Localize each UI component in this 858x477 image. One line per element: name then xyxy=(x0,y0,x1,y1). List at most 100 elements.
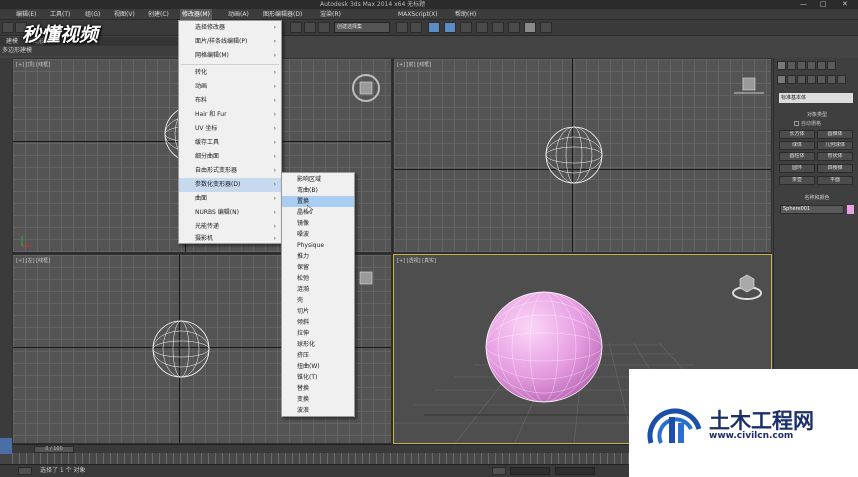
menu-item-subdivision-surfaces[interactable]: 细分曲面 › xyxy=(179,150,281,164)
layer-manager-icon[interactable] xyxy=(428,22,440,33)
teapot-button[interactable]: 茶壶 xyxy=(779,176,815,185)
menu-view[interactable]: 视图(V) xyxy=(114,9,135,20)
submenu-item-squeeze[interactable]: 挤压 xyxy=(282,350,354,361)
menu-item-conversion[interactable]: 转化 › xyxy=(179,66,281,80)
submenu-item-preserve[interactable]: 保留 xyxy=(282,262,354,273)
viewport-left-label[interactable]: [+] [左] [线框] xyxy=(16,257,50,264)
viewport-front-label[interactable]: [+] [前] [线框] xyxy=(397,61,431,68)
material-editor-icon[interactable] xyxy=(492,22,504,33)
maxscript-listener-icon[interactable] xyxy=(18,467,32,475)
cameras-icon[interactable] xyxy=(807,75,816,84)
menu-item-selection-modifiers[interactable]: 选择修改器 › xyxy=(179,21,281,35)
display-tab-icon[interactable] xyxy=(817,61,826,70)
schematic-view-icon[interactable] xyxy=(476,22,488,33)
viewport-layout-icon[interactable] xyxy=(0,438,12,454)
mirror-icon[interactable] xyxy=(396,22,408,33)
polygon-modeling-label[interactable]: 多边形建模 xyxy=(0,46,200,56)
render-production-icon[interactable] xyxy=(540,22,552,33)
submenu-item-stretch[interactable]: 拉伸 xyxy=(282,328,354,339)
angle-snap-icon[interactable] xyxy=(304,22,316,33)
helpers-icon[interactable] xyxy=(817,75,826,84)
time-slider[interactable]: 0 / 100 xyxy=(34,446,74,453)
viewcube-perspective-icon[interactable] xyxy=(730,269,764,303)
submenu-item-relax[interactable]: 松弛 xyxy=(282,273,354,284)
utilities-tab-icon[interactable] xyxy=(827,61,836,70)
pyramid-button[interactable]: 四棱锥 xyxy=(817,164,853,173)
menu-maxscript[interactable]: MAXScript(X) xyxy=(398,9,438,20)
menu-tools[interactable]: 工具(T) xyxy=(50,9,70,20)
viewcube-left-icon[interactable] xyxy=(355,269,379,289)
submenu-item-displace[interactable]: 置换 xyxy=(282,196,354,207)
space-warps-icon[interactable] xyxy=(827,75,836,84)
object-color-swatch[interactable] xyxy=(847,205,854,214)
lock-selection-icon[interactable] xyxy=(492,467,506,475)
menu-item-animation[interactable]: 动画 › xyxy=(179,80,281,94)
torus-button[interactable]: 圆环 xyxy=(779,164,815,173)
menu-help[interactable]: 帮助(H) xyxy=(455,9,476,20)
submenu-item-slice[interactable]: 切片 xyxy=(282,306,354,317)
submenu-item-push[interactable]: 推力 xyxy=(282,251,354,262)
menu-item-cameras[interactable]: 摄影机 › xyxy=(179,233,281,245)
cone-button[interactable]: 圆锥体 xyxy=(817,130,853,139)
menu-item-surface[interactable]: 曲面 › xyxy=(179,192,281,206)
menu-edit[interactable]: 编辑(E) xyxy=(16,9,36,20)
plane-button[interactable]: 平面 xyxy=(817,176,853,185)
name-color-rollout-title[interactable]: 名称和颜色 xyxy=(780,194,854,201)
submenu-item-wave[interactable]: 波浪 xyxy=(282,405,354,416)
box-button[interactable]: 长方体 xyxy=(779,130,815,139)
menu-rendering[interactable]: 渲染(R) xyxy=(320,9,341,20)
curve-editor-icon[interactable] xyxy=(460,22,472,33)
geosphere-button[interactable]: 几何球体 xyxy=(817,141,853,150)
menu-item-parametric-deformers[interactable]: 参数化变形器(D) › xyxy=(179,178,281,192)
systems-icon[interactable] xyxy=(837,75,846,84)
menu-animation[interactable]: 动画(A) xyxy=(228,9,249,20)
menu-item-nurbs-editing[interactable]: NURBS 编辑(N) › xyxy=(179,206,281,220)
viewport-top-label[interactable]: [+] [顶] [线框] xyxy=(16,61,50,68)
rendered-frame-icon[interactable] xyxy=(524,22,536,33)
graphite-toggle-icon[interactable] xyxy=(444,22,456,33)
submenu-item-mirror[interactable]: 镜像 xyxy=(282,218,354,229)
menu-item-free-form-deformers[interactable]: 自由形式变形器 › xyxy=(179,164,281,178)
ribbon-tab-modeling[interactable]: 建模 xyxy=(6,38,18,45)
submenu-item-affect-region[interactable]: 影响区域 xyxy=(282,174,354,185)
autogrid-checkbox[interactable]: 自动栅格 xyxy=(794,120,821,127)
menu-item-cache-tools[interactable]: 缓存工具 › xyxy=(179,136,281,150)
viewcube-front-icon[interactable] xyxy=(734,75,764,99)
tube-button[interactable]: 管状体 xyxy=(817,152,853,161)
submenu-item-lattice[interactable]: 晶格 xyxy=(282,207,354,218)
geometry-icon[interactable] xyxy=(777,75,786,84)
render-setup-icon[interactable] xyxy=(508,22,520,33)
undo-icon[interactable] xyxy=(2,22,14,33)
align-icon[interactable] xyxy=(410,22,422,33)
minimize-icon[interactable]: — xyxy=(800,0,807,9)
viewcube-top-icon[interactable] xyxy=(351,73,381,103)
create-tab-icon[interactable] xyxy=(777,61,786,70)
object-category-dropdown[interactable]: 标准基本体 xyxy=(779,93,853,103)
submenu-item-spherify[interactable]: 球形化 xyxy=(282,339,354,350)
maximize-icon[interactable]: □ xyxy=(820,0,827,9)
motion-tab-icon[interactable] xyxy=(807,61,816,70)
menu-item-cloth[interactable]: 布料 › xyxy=(179,94,281,108)
submenu-item-physique[interactable]: Physique xyxy=(282,240,354,251)
sphere-button[interactable]: 球体 xyxy=(779,141,815,150)
menu-group[interactable]: 组(G) xyxy=(85,9,100,20)
modify-tab-icon[interactable] xyxy=(787,61,796,70)
submenu-item-taper[interactable]: 锥化(T) xyxy=(282,372,354,383)
object-type-rollout-title[interactable]: 对象类型 xyxy=(780,111,854,118)
submenu-item-xform[interactable]: 变换 xyxy=(282,394,354,405)
menu-create[interactable]: 创建(C) xyxy=(148,9,169,20)
submenu-item-substitute[interactable]: 替换 xyxy=(282,383,354,394)
close-icon[interactable]: ✕ xyxy=(842,0,848,9)
viewport-front[interactable]: [+] [前] [线框] xyxy=(393,58,772,253)
object-name-field[interactable]: Sphere001 xyxy=(780,205,844,214)
selection-set-dropdown[interactable]: 创建选择集 xyxy=(334,22,390,33)
menu-graph-editors[interactable]: 图形编辑器(D) xyxy=(263,9,302,20)
submenu-item-skew[interactable]: 倾斜 xyxy=(282,317,354,328)
lights-icon[interactable] xyxy=(797,75,806,84)
submenu-item-ripple[interactable]: 涟漪 xyxy=(282,284,354,295)
y-coordinate-field[interactable] xyxy=(555,467,595,475)
submenu-item-noise[interactable]: 噪波 xyxy=(282,229,354,240)
menu-item-uv-coordinates[interactable]: UV 坐标 › xyxy=(179,122,281,136)
x-coordinate-field[interactable] xyxy=(510,467,550,475)
snap-toggle-icon[interactable] xyxy=(290,22,302,33)
